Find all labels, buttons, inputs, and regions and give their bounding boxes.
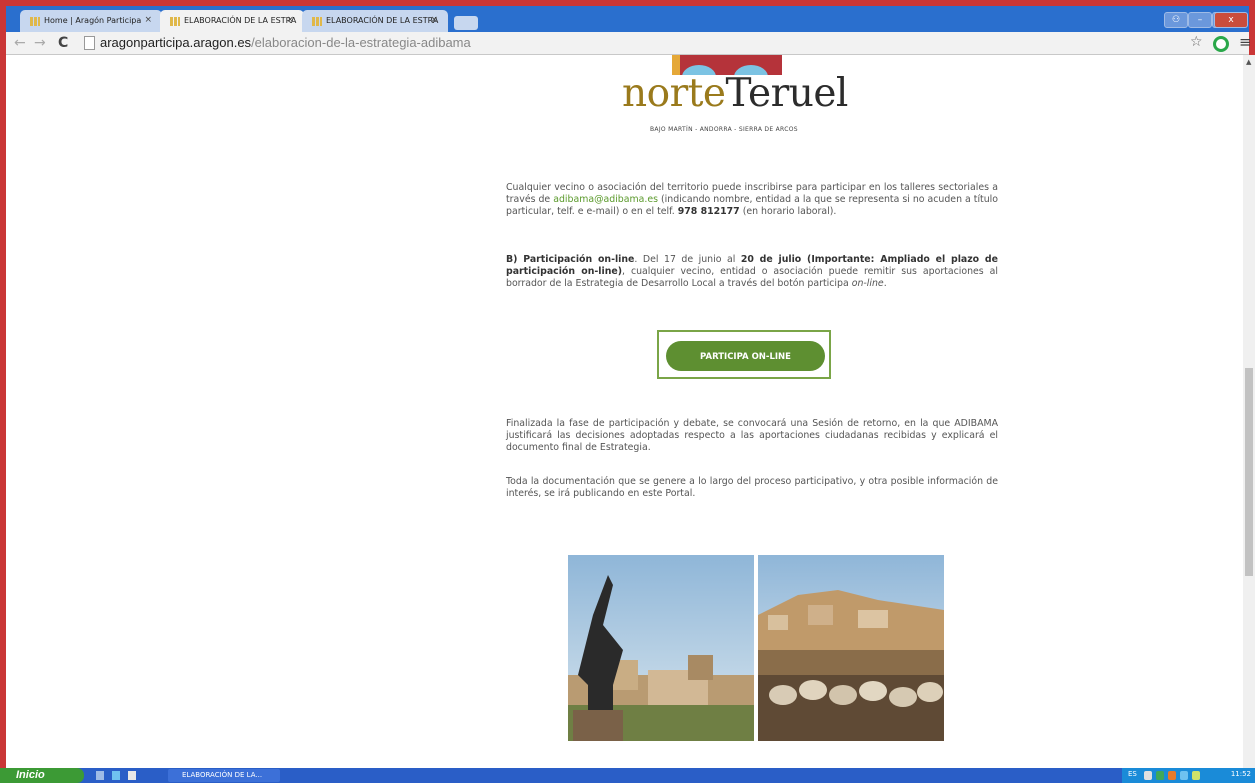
menu-icon[interactable]: ≡ [1239,33,1252,51]
tab-elaboracion-active[interactable]: ELABORACIÓN DE LA ESTRA × [160,10,304,32]
system-tray: ES 11:52 [1122,768,1255,783]
email-link[interactable]: adibama@adibama.es [553,194,658,205]
windows-taskbar: Inicio ELABORACIÓN DE LA... ES 11:52 [0,768,1255,783]
tray-app-icon[interactable] [1192,771,1200,780]
new-tab-button[interactable] [454,16,478,30]
scroll-up-icon[interactable]: ▲ [1246,58,1251,66]
extension-icon[interactable] [1213,36,1229,52]
language-indicator[interactable]: ES [1128,770,1137,778]
tray-network-icon[interactable] [1144,771,1152,780]
paragraph-inscription: Cualquier vecino o asociación del territ… [506,182,998,218]
tab-title: ELABORACIÓN DE LA ESTRA [184,16,297,25]
clock: 11:52 [1230,770,1251,778]
tab-home[interactable]: Home | Aragón Participa × [20,10,162,32]
text: . Del 17 de junio al [634,254,741,265]
quicklaunch-notepad-icon[interactable] [128,771,136,780]
browser-toolbar: ← → C aragonparticipa.aragon.es/elaborac… [6,32,1252,55]
bookmark-star-icon[interactable]: ☆ [1190,34,1203,50]
paragraph-retorno: Finalizada la fase de participación y de… [506,418,998,453]
logo-main-text: Teruel [725,71,849,116]
tab-close-icon[interactable]: × [144,15,152,25]
phone-number: 978 812177 [677,206,740,217]
online-italic: on-line [851,278,884,289]
tab-elaboracion[interactable]: ELABORACIÓN DE LA ESTRA × [302,10,448,32]
text: . [883,278,887,289]
back-button[interactable]: ← [14,35,26,51]
start-label: Inicio [16,769,45,781]
aragon-favicon-icon [30,17,40,26]
tray-security-icon[interactable] [1156,771,1164,780]
text: (en horario laboral). [739,206,837,217]
aragon-favicon-icon [170,17,180,26]
taskbar-item-label: ELABORACIÓN DE LA... [182,771,263,779]
logo-wordmark: norteTeruel [622,71,848,116]
minimize-button[interactable]: – [1188,12,1212,28]
photo-monument [568,555,754,741]
tab-close-icon[interactable]: × [430,15,438,25]
logo-subtitle: BAJO MARTÍN - ANDORRA - SIERRA DE ARCOS [650,126,798,133]
paragraph-documentacion: Toda la documentación que se genere a lo… [506,476,998,499]
url-host: aragonparticipa.aragon.es [100,35,252,50]
tray-update-icon[interactable] [1168,771,1176,780]
url-path: /elaboracion-de-la-estrategia-adibama [251,35,471,50]
forward-button[interactable]: → [34,35,46,51]
start-button[interactable]: Inicio [0,768,84,783]
participa-online-button[interactable]: PARTICIPA ON-LINE [666,341,825,371]
address-bar[interactable]: aragonparticipa.aragon.es/elaboracion-de… [100,34,471,52]
tab-title: Home | Aragón Participa [44,16,142,25]
tab-title: ELABORACIÓN DE LA ESTRA [326,16,439,25]
page-icon [84,36,95,50]
close-window-button[interactable]: x [1214,12,1248,28]
taskbar-chrome-item[interactable]: ELABORACIÓN DE LA... [168,769,280,782]
tray-volume-icon[interactable] [1180,771,1188,780]
tab-strip: Home | Aragón Participa × ELABORACIÓN DE… [6,6,1249,32]
reload-button[interactable]: C [58,35,68,51]
logo-accent-text: norte [622,71,726,116]
aragon-favicon-icon [312,17,322,26]
scrollbar-thumb[interactable] [1245,368,1253,576]
profile-button[interactable]: ⚇ [1164,12,1188,28]
photo-sheep-village [758,555,944,741]
tab-close-icon[interactable]: × [286,15,294,25]
page-viewport: norteTeruel BAJO MARTÍN - ANDORRA - SIER… [6,55,1243,768]
quicklaunch-ie-icon[interactable] [112,771,120,780]
paragraph-online: B) Participación on-line. Del 17 de juni… [506,254,998,290]
section-heading: B) Participación on-line [506,254,635,265]
quicklaunch-desktop-icon[interactable] [96,771,104,780]
